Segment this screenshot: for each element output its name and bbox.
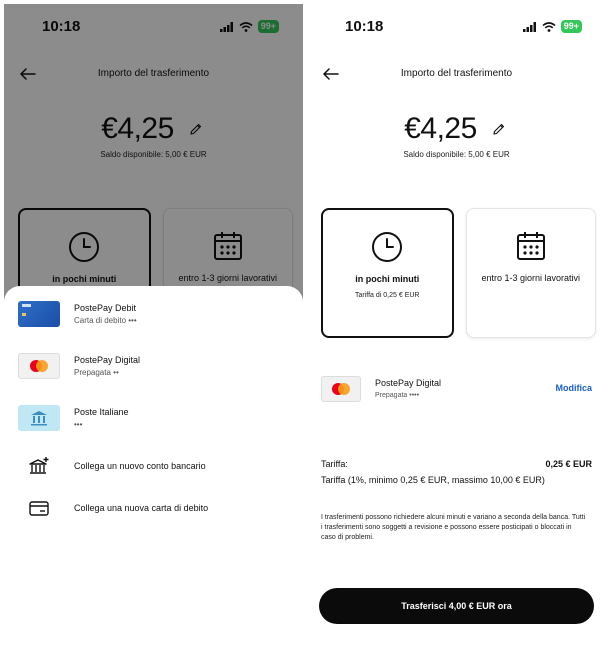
available-balance: Saldo disponibile: 5,00 € EUR xyxy=(403,150,510,159)
amount-value: €4,25 xyxy=(404,112,477,145)
sheet-item-title: PostePay Digital xyxy=(74,355,141,365)
phone-left-screen: 10:18 99+ Importo del trasferimento €4,2… xyxy=(4,4,303,652)
fee-section: Tariffa: 0,25 € EUR Tariffa (1%, minimo … xyxy=(321,459,592,485)
payment-method-sub: Prepagata •••• xyxy=(375,392,420,399)
selected-payment-method: PostePay Digital Prepagata •••• Modifica xyxy=(321,372,592,412)
phone-right-screen: 10:18 99+ Importo del trasferimento €4,2… xyxy=(307,4,606,652)
calendar-icon xyxy=(514,229,548,263)
link-debit-card-action[interactable]: Collega una nuova carta di debito xyxy=(18,488,289,528)
sheet-item-title: PostePay Debit xyxy=(74,303,137,313)
debit-card-icon xyxy=(18,301,60,327)
wifi-icon xyxy=(542,21,556,32)
sheet-item-sub: Carta di debito ••• xyxy=(74,316,137,325)
sheet-item-postepay-debit[interactable]: PostePay Debit Carta di debito ••• xyxy=(18,294,289,334)
option-standard-title: entro 1-3 giorni lavorativi xyxy=(481,273,581,283)
page-title: Importo del trasferimento xyxy=(400,68,513,79)
fee-value: 0,25 € EUR xyxy=(545,459,592,469)
link-bank-label: Collega un nuovo conto bancario xyxy=(74,461,206,471)
bank-add-icon xyxy=(18,453,60,479)
disclaimer-text: I trasferimenti possono richiedere alcun… xyxy=(321,514,586,541)
payment-method-sheet: PostePay Debit Carta di debito ••• Poste… xyxy=(4,286,303,652)
fee-label: Tariffa: xyxy=(321,459,348,469)
fee-detail: Tariffa (1%, minimo 0,25 € EUR, massimo … xyxy=(321,475,545,485)
sheet-item-sub: Prepagata •• xyxy=(74,368,119,377)
header: Importo del trasferimento xyxy=(307,56,606,92)
modify-link[interactable]: Modifica xyxy=(555,383,592,393)
status-icons: 99+ xyxy=(522,20,582,33)
status-bar: 10:18 99+ xyxy=(307,4,606,48)
edit-amount-button[interactable] xyxy=(489,119,509,139)
mastercard-icon xyxy=(18,353,60,379)
sheet-item-sub: ••• xyxy=(74,420,83,429)
option-standard[interactable]: entro 1-3 giorni lavorativi xyxy=(465,208,596,338)
link-card-label: Collega una nuova carta di debito xyxy=(74,503,209,513)
payment-method-title: PostePay Digital xyxy=(375,378,442,388)
sheet-item-postepay-digital[interactable]: PostePay Digital Prepagata •• xyxy=(18,346,289,386)
clock-icon xyxy=(370,230,404,264)
sheet-item-title: Poste Italiane xyxy=(74,407,129,417)
amount-block: €4,25 Saldo disponibile: 5,00 € EUR xyxy=(307,112,606,159)
status-time: 10:18 xyxy=(345,18,384,35)
transfer-now-button[interactable]: Trasferisci 4,00 € EUR ora xyxy=(319,588,594,624)
option-fast[interactable]: in pochi minuti Tariffa di 0,25 € EUR xyxy=(321,208,454,338)
option-fast-fee: Tariffa di 0,25 € EUR xyxy=(355,292,420,299)
sheet-item-poste-italiane[interactable]: Poste Italiane ••• xyxy=(18,398,289,438)
signal-icon xyxy=(522,21,536,32)
pencil-icon xyxy=(493,123,504,135)
bank-icon xyxy=(18,405,60,431)
battery-icon: 99+ xyxy=(560,20,582,33)
link-bank-account-action[interactable]: Collega un nuovo conto bancario xyxy=(18,446,289,486)
mastercard-icon xyxy=(321,376,361,402)
credit-card-icon xyxy=(18,495,60,521)
speed-options: in pochi minuti Tariffa di 0,25 € EUR en… xyxy=(321,208,596,338)
option-fast-title: in pochi minuti xyxy=(355,274,420,284)
